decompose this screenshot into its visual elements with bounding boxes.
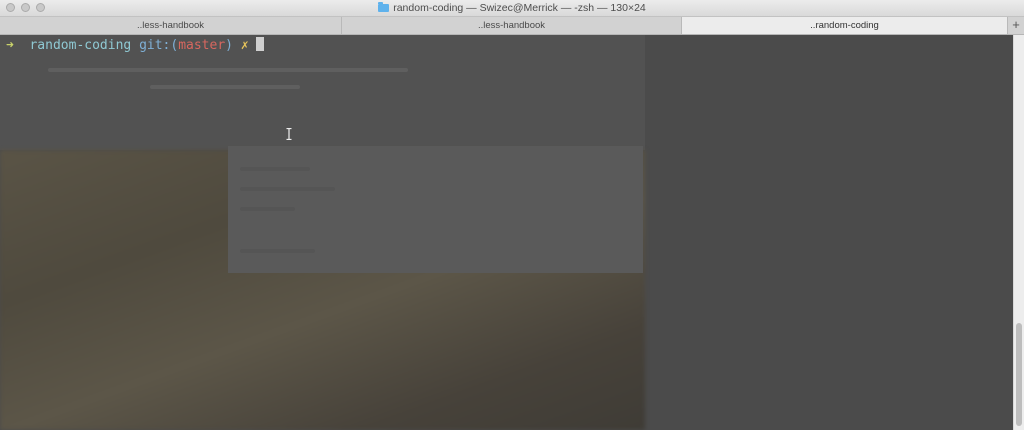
tab-label: ..less-handbook <box>477 20 546 31</box>
window-title-text: random-coding — Swizec@Merrick — -zsh — … <box>393 2 646 14</box>
ghost-text-line <box>240 187 335 191</box>
prompt-dirty-mark: ✗ <box>240 38 249 53</box>
folder-icon <box>378 2 390 12</box>
prompt-arrow: ➜ <box>6 38 14 53</box>
prompt-git-suffix: ) <box>225 38 233 53</box>
prompt-branch: master <box>178 38 226 53</box>
ghost-text-line <box>240 249 315 253</box>
tab-bar: ..less-handbook ..less-handbook ..random… <box>0 17 1024 35</box>
scrollbar[interactable] <box>1013 35 1024 430</box>
tab-less-handbook-1[interactable]: ..less-handbook <box>0 17 342 34</box>
ghost-text-line <box>240 167 310 171</box>
terminal-content[interactable]: ➜ random-coding git:(master) ✗ <box>0 35 1013 430</box>
ghost-text-line <box>240 207 295 211</box>
tab-label: ..random-coding <box>810 20 879 31</box>
tab-less-handbook-2[interactable]: ..less-handbook <box>342 17 682 34</box>
title-bar: random-coding — Swizec@Merrick — -zsh — … <box>0 0 1024 17</box>
text-cursor <box>256 37 265 51</box>
prompt-git-prefix: git:( <box>139 38 179 53</box>
tab-label: ..less-handbook <box>136 20 205 31</box>
window-title: random-coding — Swizec@Merrick — -zsh — … <box>0 0 1024 16</box>
scrollbar-thumb[interactable] <box>1016 323 1022 426</box>
ghost-text-line <box>150 85 300 89</box>
prompt-directory: random-coding <box>29 38 132 53</box>
shell-prompt: ➜ random-coding git:(master) ✗ <box>6 37 265 53</box>
ibeam-cursor-icon <box>286 128 292 140</box>
ghost-text-line <box>48 68 408 72</box>
terminal-window: random-coding — Swizec@Merrick — -zsh — … <box>0 0 1024 430</box>
tab-random-coding[interactable]: ..random-coding <box>682 17 1008 34</box>
new-tab-button[interactable]: + <box>1008 17 1024 34</box>
